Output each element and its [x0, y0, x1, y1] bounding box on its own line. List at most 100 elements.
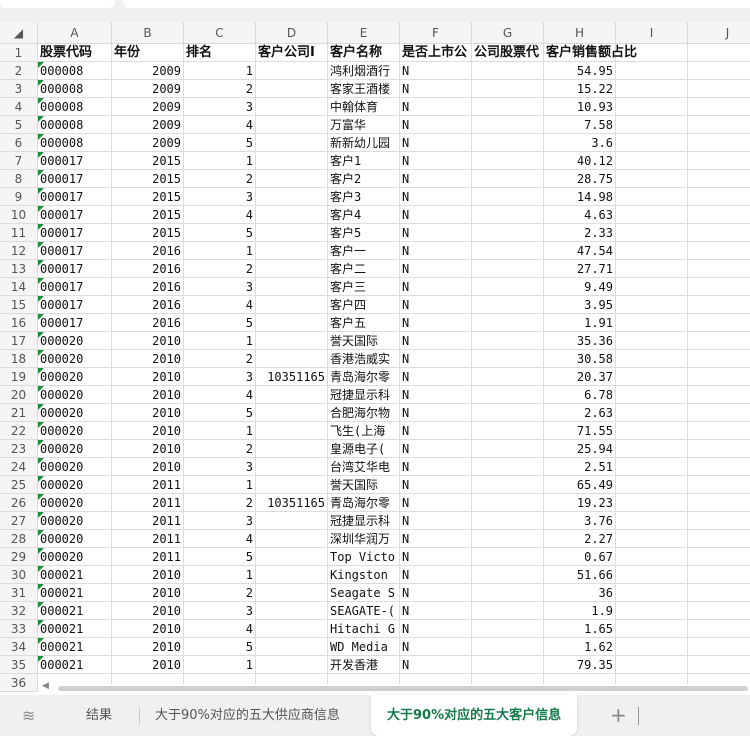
- cell-C20[interactable]: 4: [184, 386, 256, 403]
- cell-I20[interactable]: [616, 386, 688, 403]
- cell-C12[interactable]: 1: [184, 242, 256, 259]
- cell-D9[interactable]: [256, 188, 328, 205]
- row-number[interactable]: 29: [0, 548, 38, 565]
- cell-J25[interactable]: [688, 476, 750, 493]
- cell-C3[interactable]: 2: [184, 80, 256, 97]
- cell-A26[interactable]: 000020: [38, 494, 112, 511]
- cell-E21[interactable]: 合肥海尔物: [328, 404, 400, 421]
- cell-C4[interactable]: 3: [184, 98, 256, 115]
- cell-D8[interactable]: [256, 170, 328, 187]
- cell-A35[interactable]: 000021: [38, 656, 112, 673]
- cell-H28[interactable]: 2.27: [544, 530, 616, 547]
- cell-C23[interactable]: 2: [184, 440, 256, 457]
- sheet-list-icon[interactable]: ≋: [22, 695, 35, 736]
- row-number[interactable]: 33: [0, 620, 38, 637]
- cell-C2[interactable]: 1: [184, 62, 256, 79]
- cell-F30[interactable]: N: [400, 566, 472, 583]
- cell-I11[interactable]: [616, 224, 688, 241]
- cell-J15[interactable]: [688, 296, 750, 313]
- cell-G31[interactable]: [472, 584, 544, 601]
- cell-G18[interactable]: [472, 350, 544, 367]
- cell-H27[interactable]: 3.76: [544, 512, 616, 529]
- tab-customer-info[interactable]: 大于90%对应的五大客户信息: [371, 695, 578, 736]
- cell-D35[interactable]: [256, 656, 328, 673]
- cell-B35[interactable]: 2010: [112, 656, 184, 673]
- cell-B14[interactable]: 2016: [112, 278, 184, 295]
- row-number[interactable]: 5: [0, 116, 38, 133]
- cell-J20[interactable]: [688, 386, 750, 403]
- cell-H6[interactable]: 3.6: [544, 134, 616, 151]
- cell-I13[interactable]: [616, 260, 688, 277]
- cell-E29[interactable]: Top Victo: [328, 548, 400, 565]
- cell-C27[interactable]: 3: [184, 512, 256, 529]
- cell-C13[interactable]: 2: [184, 260, 256, 277]
- cell-J31[interactable]: [688, 584, 750, 601]
- cell-F5[interactable]: N: [400, 116, 472, 133]
- cell-A31[interactable]: 000021: [38, 584, 112, 601]
- cell-A28[interactable]: 000020: [38, 530, 112, 547]
- cell-J4[interactable]: [688, 98, 750, 115]
- cell-B7[interactable]: 2015: [112, 152, 184, 169]
- cell-D30[interactable]: [256, 566, 328, 583]
- cell-J22[interactable]: [688, 422, 750, 439]
- cell-I21[interactable]: [616, 404, 688, 421]
- column-header-B[interactable]: B: [112, 22, 184, 43]
- cell-J9[interactable]: [688, 188, 750, 205]
- cell-F3[interactable]: N: [400, 80, 472, 97]
- row-number[interactable]: 34: [0, 638, 38, 655]
- cell-I26[interactable]: [616, 494, 688, 511]
- cell-C22[interactable]: 1: [184, 422, 256, 439]
- row-number[interactable]: 6: [0, 134, 38, 151]
- cell-C28[interactable]: 4: [184, 530, 256, 547]
- cell-C15[interactable]: 4: [184, 296, 256, 313]
- cell-E13[interactable]: 客户二: [328, 260, 400, 277]
- cell-E28[interactable]: 深圳华润万: [328, 530, 400, 547]
- cell-H29[interactable]: 0.67: [544, 548, 616, 565]
- cell-F22[interactable]: N: [400, 422, 472, 439]
- cell-I5[interactable]: [616, 116, 688, 133]
- cell-A30[interactable]: 000021: [38, 566, 112, 583]
- cell-C18[interactable]: 2: [184, 350, 256, 367]
- cell-H12[interactable]: 47.54: [544, 242, 616, 259]
- cell-G5[interactable]: [472, 116, 544, 133]
- cell-F9[interactable]: N: [400, 188, 472, 205]
- cell-G25[interactable]: [472, 476, 544, 493]
- cell-B32[interactable]: 2010: [112, 602, 184, 619]
- cell-H19[interactable]: 20.37: [544, 368, 616, 385]
- cell-H8[interactable]: 28.75: [544, 170, 616, 187]
- cell-D13[interactable]: [256, 260, 328, 277]
- cell-H30[interactable]: 51.66: [544, 566, 616, 583]
- cell-F16[interactable]: N: [400, 314, 472, 331]
- cell-J26[interactable]: [688, 494, 750, 511]
- cell-D4[interactable]: [256, 98, 328, 115]
- cell-A8[interactable]: 000017: [38, 170, 112, 187]
- cell-G30[interactable]: [472, 566, 544, 583]
- row-number[interactable]: 24: [0, 458, 38, 475]
- cell-A16[interactable]: 000017: [38, 314, 112, 331]
- cell-J21[interactable]: [688, 404, 750, 421]
- row-number[interactable]: 35: [0, 656, 38, 673]
- row-number[interactable]: 1: [0, 44, 38, 61]
- row-number[interactable]: 25: [0, 476, 38, 493]
- cell-F4[interactable]: N: [400, 98, 472, 115]
- column-header-H[interactable]: H: [544, 22, 616, 43]
- cell-B8[interactable]: 2015: [112, 170, 184, 187]
- cell-E18[interactable]: 香港浩威实: [328, 350, 400, 367]
- cell-J18[interactable]: [688, 350, 750, 367]
- cell-E8[interactable]: 客户2: [328, 170, 400, 187]
- cell-C33[interactable]: 4: [184, 620, 256, 637]
- cell-D24[interactable]: [256, 458, 328, 475]
- cell-A32[interactable]: 000021: [38, 602, 112, 619]
- cell-I34[interactable]: [616, 638, 688, 655]
- cell-J34[interactable]: [688, 638, 750, 655]
- cell-E2[interactable]: 鸿利烟酒行: [328, 62, 400, 79]
- cell-E35[interactable]: 开发香港: [328, 656, 400, 673]
- row-number[interactable]: 26: [0, 494, 38, 511]
- cell-J29[interactable]: [688, 548, 750, 565]
- row-number[interactable]: 7: [0, 152, 38, 169]
- cell-C34[interactable]: 5: [184, 638, 256, 655]
- scrollbar-thumb[interactable]: [58, 686, 748, 691]
- cell-H13[interactable]: 27.71: [544, 260, 616, 277]
- row-number[interactable]: 17: [0, 332, 38, 349]
- row-number[interactable]: 19: [0, 368, 38, 385]
